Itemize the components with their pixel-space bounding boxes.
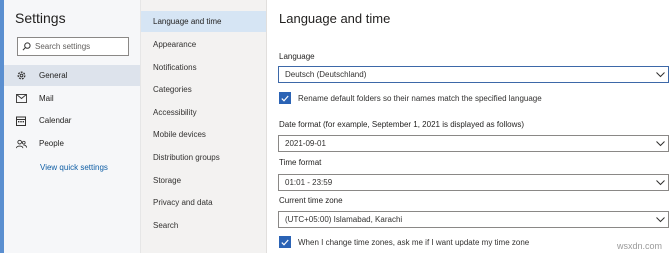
date-format-dropdown[interactable]: 2021-09-01 (278, 135, 669, 152)
search-icon (22, 42, 31, 51)
category-categories[interactable]: Categories (141, 79, 266, 100)
time-zone-prompt-checkbox[interactable] (279, 236, 291, 248)
mail-icon (15, 93, 27, 105)
category-mobile-devices[interactable]: Mobile devices (141, 124, 266, 145)
page-title: Language and time (279, 11, 391, 26)
category-distribution-groups[interactable]: Distribution groups (141, 147, 266, 168)
rename-folders-checkbox[interactable] (279, 92, 291, 104)
date-format-value: 2021-09-01 (285, 139, 326, 148)
category-search[interactable]: Search (141, 215, 266, 236)
sidebar-item-mail[interactable]: Mail (4, 88, 140, 109)
gear-icon (15, 70, 27, 82)
sidebar-item-label: General (39, 71, 68, 80)
category-storage[interactable]: Storage (141, 170, 266, 191)
language-and-time-panel: Language and time Language Deutsch (Deut… (267, 0, 670, 253)
current-time-zone-label: Current time zone (279, 196, 343, 205)
language-value: Deutsch (Deutschland) (285, 70, 367, 79)
sidebar-item-label: Mail (39, 94, 54, 103)
time-zone-prompt-option[interactable]: When I change time zones, ask me if I wa… (279, 236, 529, 248)
checkmark-icon (281, 95, 289, 102)
rename-folders-label: Rename default folders so their names ma… (298, 93, 542, 103)
sidebar-item-people[interactable]: People (4, 133, 140, 154)
rename-folders-option[interactable]: Rename default folders so their names ma… (279, 92, 542, 104)
people-icon (15, 138, 27, 150)
chevron-down-icon (652, 67, 668, 82)
category-accessibility[interactable]: Accessibility (141, 102, 266, 123)
watermark: wsxdn.com (616, 241, 662, 251)
chevron-down-icon (652, 136, 668, 151)
language-dropdown[interactable]: Deutsch (Deutschland) (278, 66, 669, 83)
sidebar-item-label: Calendar (39, 116, 72, 125)
sidebar-item-calendar[interactable]: Calendar (4, 110, 140, 131)
settings-sidebar: Settings General Mail (4, 0, 141, 253)
sidebar-item-general[interactable]: General (4, 65, 140, 86)
category-notifications[interactable]: Notifications (141, 57, 266, 78)
time-zone-prompt-label: When I change time zones, ask me if I wa… (298, 237, 530, 247)
time-format-label: Time format (279, 158, 322, 167)
chevron-down-icon (652, 212, 668, 227)
settings-title: Settings (15, 10, 66, 26)
settings-categories: Language and time Appearance Notificatio… (141, 0, 267, 253)
time-zone-dropdown[interactable]: (UTC+05:00) Islamabad, Karachi (278, 211, 669, 228)
category-appearance[interactable]: Appearance (141, 34, 266, 55)
time-format-value: 01:01 - 23:59 (285, 178, 333, 187)
language-label: Language (279, 52, 315, 61)
date-format-label: Date format (for example, September 1, 2… (279, 120, 525, 129)
time-format-dropdown[interactable]: 01:01 - 23:59 (278, 174, 669, 191)
category-privacy-and-data[interactable]: Privacy and data (141, 192, 266, 213)
chevron-down-icon (652, 175, 668, 190)
category-language-and-time[interactable]: Language and time (141, 11, 266, 32)
checkmark-icon (281, 239, 289, 246)
search-settings-input[interactable] (17, 37, 129, 56)
view-quick-settings-link[interactable]: View quick settings (40, 163, 108, 172)
search-field[interactable] (35, 42, 123, 51)
sidebar-item-label: People (39, 139, 64, 148)
calendar-icon (15, 115, 27, 127)
time-zone-value: (UTC+05:00) Islamabad, Karachi (285, 215, 403, 224)
